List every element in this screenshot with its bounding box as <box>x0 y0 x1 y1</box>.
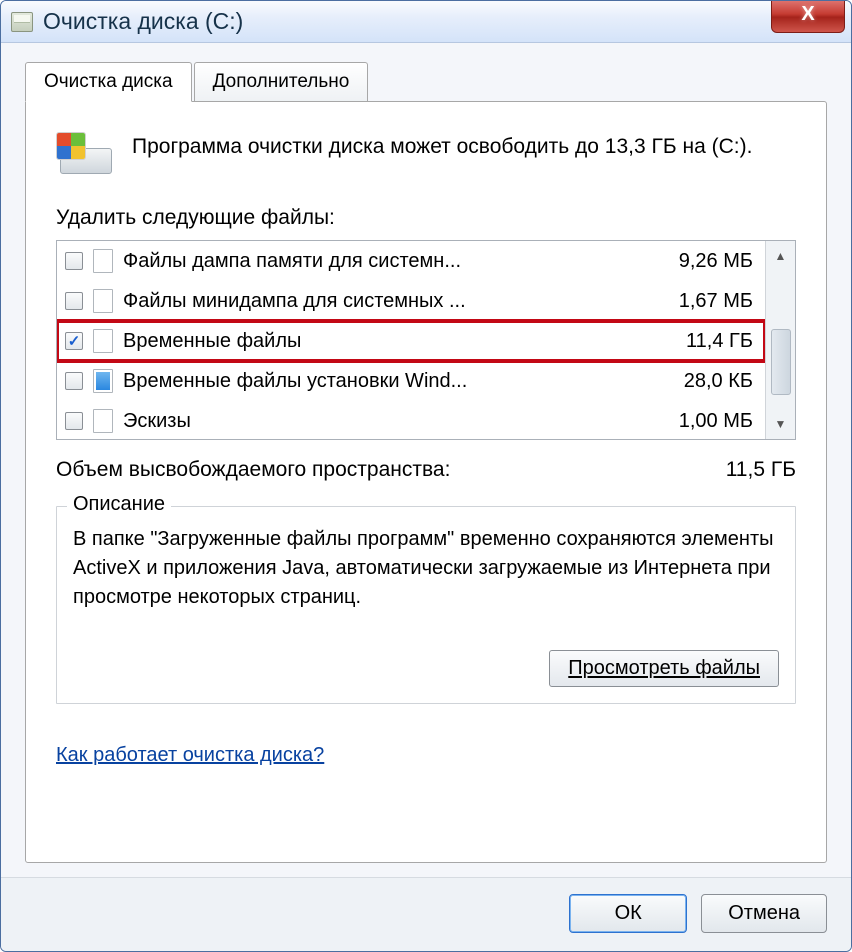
help-link-container: Как работает очистка диска? <box>56 744 796 767</box>
checkbox[interactable] <box>65 372 83 390</box>
scrollbar[interactable]: ▲ ▼ <box>765 241 795 439</box>
file-icon <box>93 329 113 353</box>
disk-cleanup-icon <box>56 132 112 178</box>
file-size: 1,67 МБ <box>637 290 757 313</box>
ok-button[interactable]: ОК <box>569 894 687 933</box>
file-name: Временные файлы установки Wind... <box>123 370 637 393</box>
file-name: Файлы минидампа для системных ... <box>123 290 637 313</box>
file-name: Файлы дампа памяти для системн... <box>123 250 637 273</box>
file-row[interactable]: Эскизы 1,00 МБ <box>57 401 765 439</box>
file-row-selected[interactable]: ✓ Временные файлы 11,4 ГБ <box>57 321 765 361</box>
file-size: 1,00 МБ <box>637 410 757 433</box>
scroll-thumb[interactable] <box>771 329 791 395</box>
checkbox[interactable] <box>65 292 83 310</box>
file-list: Файлы дампа памяти для системн... 9,26 М… <box>56 240 796 440</box>
tab-panel-cleanup: Программа очистки диска может освободить… <box>25 101 827 863</box>
file-row[interactable]: Файлы дампа памяти для системн... 9,26 М… <box>57 241 765 281</box>
intro: Программа очистки диска может освободить… <box>56 132 796 178</box>
file-icon <box>93 409 113 433</box>
file-name: Временные файлы <box>123 330 637 353</box>
client-area: Очистка диска Дополнительно Программа оч… <box>1 43 851 877</box>
file-size: 11,4 ГБ <box>637 330 757 353</box>
file-row[interactable]: Файлы минидампа для системных ... 1,67 М… <box>57 281 765 321</box>
checkbox[interactable] <box>65 412 83 430</box>
file-list-rows: Файлы дампа памяти для системн... 9,26 М… <box>57 241 765 439</box>
file-size: 9,26 МБ <box>637 250 757 273</box>
view-files-button[interactable]: Просмотреть файлы <box>549 650 779 687</box>
help-link[interactable]: Как работает очистка диска? <box>56 744 324 766</box>
freed-space-row: Объем высвобождаемого пространства: 11,5… <box>56 458 796 482</box>
dialog-footer: ОК Отмена <box>1 877 851 951</box>
drive-icon <box>11 12 33 32</box>
window-title: Очистка диска (C:) <box>43 8 243 35</box>
description-group: Описание В папке "Загруженные файлы прог… <box>56 506 796 704</box>
description-text: В папке "Загруженные файлы программ" вре… <box>73 525 779 612</box>
file-icon <box>93 249 113 273</box>
file-size: 28,0 КБ <box>637 370 757 393</box>
scroll-up-icon[interactable]: ▲ <box>766 241 795 271</box>
tab-cleanup[interactable]: Очистка диска <box>25 62 192 102</box>
description-legend: Описание <box>67 493 171 516</box>
tab-strip: Очистка диска Дополнительно <box>25 62 827 102</box>
titlebar: Очистка диска (C:) X <box>1 1 851 43</box>
checkbox-checked[interactable]: ✓ <box>65 332 83 350</box>
scroll-down-icon[interactable]: ▼ <box>766 409 795 439</box>
file-name: Эскизы <box>123 410 637 433</box>
disk-cleanup-window: Очистка диска (C:) X Очистка диска Допол… <box>0 0 852 952</box>
tab-more[interactable]: Дополнительно <box>194 62 369 102</box>
freed-value: 11,5 ГБ <box>726 458 796 482</box>
file-icon <box>93 289 113 313</box>
file-row[interactable]: Временные файлы установки Wind... 28,0 К… <box>57 361 765 401</box>
checkbox[interactable] <box>65 252 83 270</box>
close-button[interactable]: X <box>771 0 845 33</box>
intro-text: Программа очистки диска может освободить… <box>132 132 752 178</box>
cancel-button[interactable]: Отмена <box>701 894 827 933</box>
freed-label: Объем высвобождаемого пространства: <box>56 458 450 482</box>
windows-file-icon <box>93 369 113 393</box>
file-list-label: Удалить следующие файлы: <box>56 206 796 230</box>
